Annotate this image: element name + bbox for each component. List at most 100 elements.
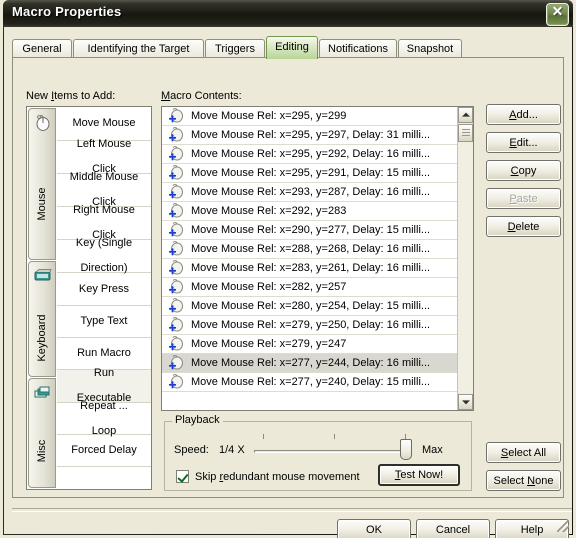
table-cell-text: Move Mouse Rel: x=295, y=299: [191, 110, 347, 122]
delete-accel: D: [507, 220, 516, 233]
paste-rest: aste: [516, 192, 538, 205]
table-row[interactable]: Move Mouse Rel: x=282, y=257: [162, 278, 457, 297]
move-mouse-icon: [165, 355, 187, 371]
list-item-line1: Key Press: [78, 282, 130, 295]
move-mouse-icon: [165, 336, 187, 352]
list-item-line1: Forced Delay: [71, 444, 137, 456]
table-row[interactable]: Move Mouse Rel: x=283, y=261, Delay: 16 …: [162, 259, 457, 278]
table-row[interactable]: Move Mouse Rel: x=295, y=297, Delay: 31 …: [162, 126, 457, 145]
list-item[interactable]: Type Text: [57, 306, 151, 338]
tab-strip: General Identifying the Target Triggers …: [12, 36, 564, 59]
list-item[interactable]: Middle Mouse Click: [57, 171, 151, 208]
table-row[interactable]: Move Mouse Rel: x=292, y=283: [162, 202, 457, 221]
resize-grip[interactable]: [557, 520, 569, 532]
table-cell-text: Move Mouse Rel: x=279, y=250, Delay: 16 …: [191, 319, 431, 331]
table-row[interactable]: Move Mouse Rel: x=295, y=299: [162, 107, 457, 126]
move-mouse-icon: [165, 165, 187, 181]
macro-contents-label-rest: acro Contents:: [170, 90, 242, 102]
table-cell-text: Move Mouse Rel: x=295, y=292, Delay: 16 …: [191, 148, 431, 160]
paste-accel: P: [509, 192, 517, 205]
table-cell-text: Move Mouse Rel: x=280, y=254, Delay: 15 …: [191, 300, 431, 312]
list-item[interactable]: Key (Single Direction): [57, 237, 151, 274]
keyboard-icon: [34, 269, 52, 281]
scroll-down-icon[interactable]: [458, 394, 473, 410]
skip-redundant-label-suffix: edundant mouse movement: [223, 471, 360, 483]
table-cell-text: Move Mouse Rel: x=295, y=297, Delay: 31 …: [191, 129, 431, 141]
table-row[interactable]: Move Mouse Rel: x=277, y=240, Delay: 15 …: [162, 373, 457, 392]
windows-stack-icon: [34, 386, 50, 398]
max-label: Max: [422, 444, 443, 456]
list-item[interactable]: Left Mouse Click: [57, 138, 151, 175]
scroll-up-icon[interactable]: [458, 107, 473, 123]
table-row[interactable]: Move Mouse Rel: x=288, y=268, Delay: 16 …: [162, 240, 457, 259]
tab-snapshot[interactable]: Snapshot: [398, 39, 462, 58]
contents-scrollbar[interactable]: [457, 107, 473, 410]
select-all-button[interactable]: Select All: [486, 442, 561, 463]
table-cell-text: Move Mouse Rel: x=290, y=277, Delay: 15 …: [191, 224, 431, 236]
list-item[interactable]: Run Executable: [57, 367, 151, 404]
ok-button[interactable]: OK: [337, 519, 411, 538]
move-mouse-icon: [165, 222, 187, 238]
table-row[interactable]: Move Mouse Rel: x=295, y=292, Delay: 16 …: [162, 145, 457, 164]
close-icon[interactable]: [546, 3, 569, 26]
table-row[interactable]: Move Mouse Rel: x=277, y=244, Delay: 16 …: [162, 354, 457, 373]
list-item[interactable]: Key Press: [57, 273, 151, 306]
list-item[interactable]: Right Mouse Click: [57, 204, 151, 241]
test-now-button[interactable]: Test Now!: [378, 464, 460, 486]
mouse-icon: [36, 115, 50, 131]
move-mouse-icon: [165, 241, 187, 257]
table-row[interactable]: Move Mouse Rel: x=279, y=250, Delay: 16 …: [162, 316, 457, 335]
category-tab-keyboard[interactable]: Keyboard: [28, 261, 56, 377]
paste-button[interactable]: Paste: [486, 188, 561, 209]
macro-properties-window: Macro Properties General Identifying the…: [0, 0, 576, 538]
cancel-button[interactable]: Cancel: [416, 519, 490, 538]
table-row[interactable]: Move Mouse Rel: x=279, y=247: [162, 335, 457, 354]
add-button[interactable]: Add...: [486, 104, 561, 125]
scrollbar-thumb[interactable]: [458, 124, 473, 142]
tab-notifications[interactable]: Notifications: [319, 39, 397, 58]
speed-slider-track[interactable]: [254, 450, 410, 453]
list-item[interactable]: Run Macro: [57, 338, 151, 370]
table-cell-text: Move Mouse Rel: x=279, y=247: [191, 338, 347, 350]
list-item[interactable]: Repeat ... Loop: [57, 399, 151, 437]
list-item-line1: Move Mouse: [72, 117, 136, 129]
tab-general[interactable]: General: [12, 39, 72, 58]
table-row[interactable]: Move Mouse Rel: x=295, y=291, Delay: 15 …: [162, 164, 457, 183]
move-mouse-icon: [165, 203, 187, 219]
select-none-prefix: Select: [493, 474, 528, 487]
table-row[interactable]: Move Mouse Rel: x=293, y=287, Delay: 16 …: [162, 183, 457, 202]
slider-tick: [334, 434, 335, 439]
delete-rest: elete: [515, 220, 540, 233]
list-item[interactable]: Move Mouse: [57, 107, 151, 141]
tab-identifying[interactable]: Identifying the Target: [73, 39, 204, 58]
skip-redundant-checkbox[interactable]: [176, 470, 189, 483]
test-now-rest: est Now!: [400, 469, 444, 481]
tab-editing[interactable]: Editing: [266, 36, 318, 59]
category-tab-mouse-label: Mouse: [36, 187, 48, 221]
slider-tick: [263, 434, 264, 439]
copy-button[interactable]: Copy: [486, 160, 561, 181]
category-tab-mouse[interactable]: Mouse: [28, 108, 56, 260]
edit-button[interactable]: Edit...: [486, 132, 561, 153]
move-mouse-icon: [165, 317, 187, 333]
move-mouse-icon: [165, 260, 187, 276]
move-mouse-icon: [165, 184, 187, 200]
edit-rest: dit...: [516, 136, 538, 149]
title-bar[interactable]: Macro Properties: [3, 0, 573, 27]
new-items-panel: Mouse Keyboard Misc Move Mouse Left Mous…: [26, 106, 152, 490]
list-item[interactable]: Forced Delay: [57, 435, 151, 467]
table-cell-text: Move Mouse Rel: x=295, y=291, Delay: 15 …: [191, 167, 431, 179]
new-items-label: New Items to Add:: [26, 90, 115, 102]
list-item-line1: Key (Single: [75, 237, 133, 249]
list-item-line1: Run: [93, 367, 115, 379]
table-row[interactable]: Move Mouse Rel: x=280, y=254, Delay: 15 …: [162, 297, 457, 316]
skip-redundant-label: Skip redundant mouse movement: [195, 471, 360, 483]
category-tab-misc[interactable]: Misc: [28, 378, 56, 488]
table-row[interactable]: Move Mouse Rel: x=290, y=277, Delay: 15 …: [162, 221, 457, 240]
select-none-button[interactable]: Select None: [486, 470, 561, 491]
list-item-line1: Repeat ...: [80, 399, 128, 412]
macro-contents-list[interactable]: Move Mouse Rel: x=295, y=299 Move Mouse …: [161, 106, 474, 411]
speed-slider-thumb[interactable]: [400, 439, 412, 460]
delete-button[interactable]: Delete: [486, 216, 561, 237]
tab-triggers[interactable]: Triggers: [205, 39, 265, 58]
